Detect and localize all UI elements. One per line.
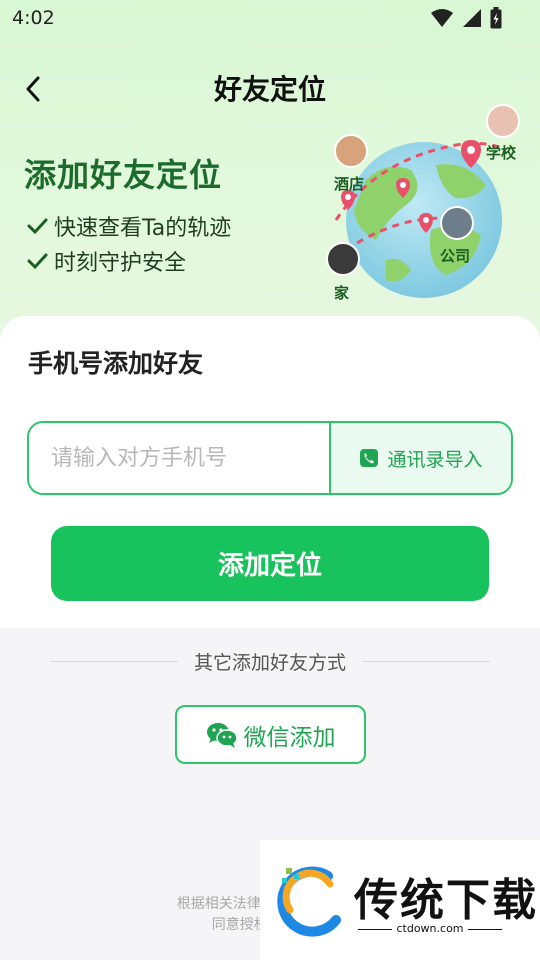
promo-title: 添加好友定位 — [24, 156, 223, 194]
feature-item: 快速查看Ta的轨迹 — [26, 210, 231, 242]
avatar — [486, 104, 520, 138]
watermark-url: ctdown.com — [354, 922, 506, 935]
other-methods-label: 其它添加好友方式 — [194, 651, 347, 674]
globe-illustration: 学校 酒店 公司 家 — [316, 100, 540, 310]
check-icon — [27, 218, 48, 235]
brand-logo-icon — [277, 866, 341, 937]
map-label-hotel: 酒店 — [334, 175, 365, 193]
status-bar: 4:02 — [0, 0, 540, 38]
section-title: 手机号添加好友 — [28, 349, 204, 378]
avatar — [334, 134, 368, 168]
wechat-add-label: 微信添加 — [243, 724, 336, 751]
status-icons — [430, 7, 502, 29]
status-time: 4:02 — [12, 7, 55, 29]
divider — [50, 660, 178, 662]
avatar — [326, 242, 360, 276]
feature-text: 快速查看Ta的轨迹 — [54, 216, 232, 241]
feature-item: 时刻守护安全 — [26, 245, 186, 277]
map-label-home: 家 — [334, 284, 350, 302]
other-methods-divider: 其它添加好友方式 — [50, 648, 491, 674]
contacts-import-label: 通讯录导入 — [387, 448, 483, 471]
contacts-import-button[interactable]: 通讯录导入 — [329, 423, 511, 493]
wifi-icon — [431, 9, 453, 27]
phone-input[interactable] — [29, 423, 329, 493]
wechat-icon — [206, 722, 238, 748]
add-location-button[interactable]: 添加定位 — [51, 526, 489, 601]
battery-icon — [490, 7, 502, 29]
check-icon — [27, 253, 48, 270]
divider — [362, 660, 491, 662]
map-label-company: 公司 — [440, 247, 471, 265]
feature-text: 时刻守护安全 — [54, 251, 187, 276]
map-label-school: 学校 — [486, 144, 517, 162]
wechat-add-button[interactable]: 微信添加 — [175, 705, 366, 764]
watermark: 传统下载 ctdown.com — [260, 840, 540, 960]
signal-icon — [463, 9, 481, 27]
phone-input-group: 通讯录导入 — [27, 421, 513, 495]
phone-book-icon — [360, 449, 379, 467]
watermark-brand: 传统下载 — [354, 875, 538, 926]
avatar — [440, 206, 474, 240]
